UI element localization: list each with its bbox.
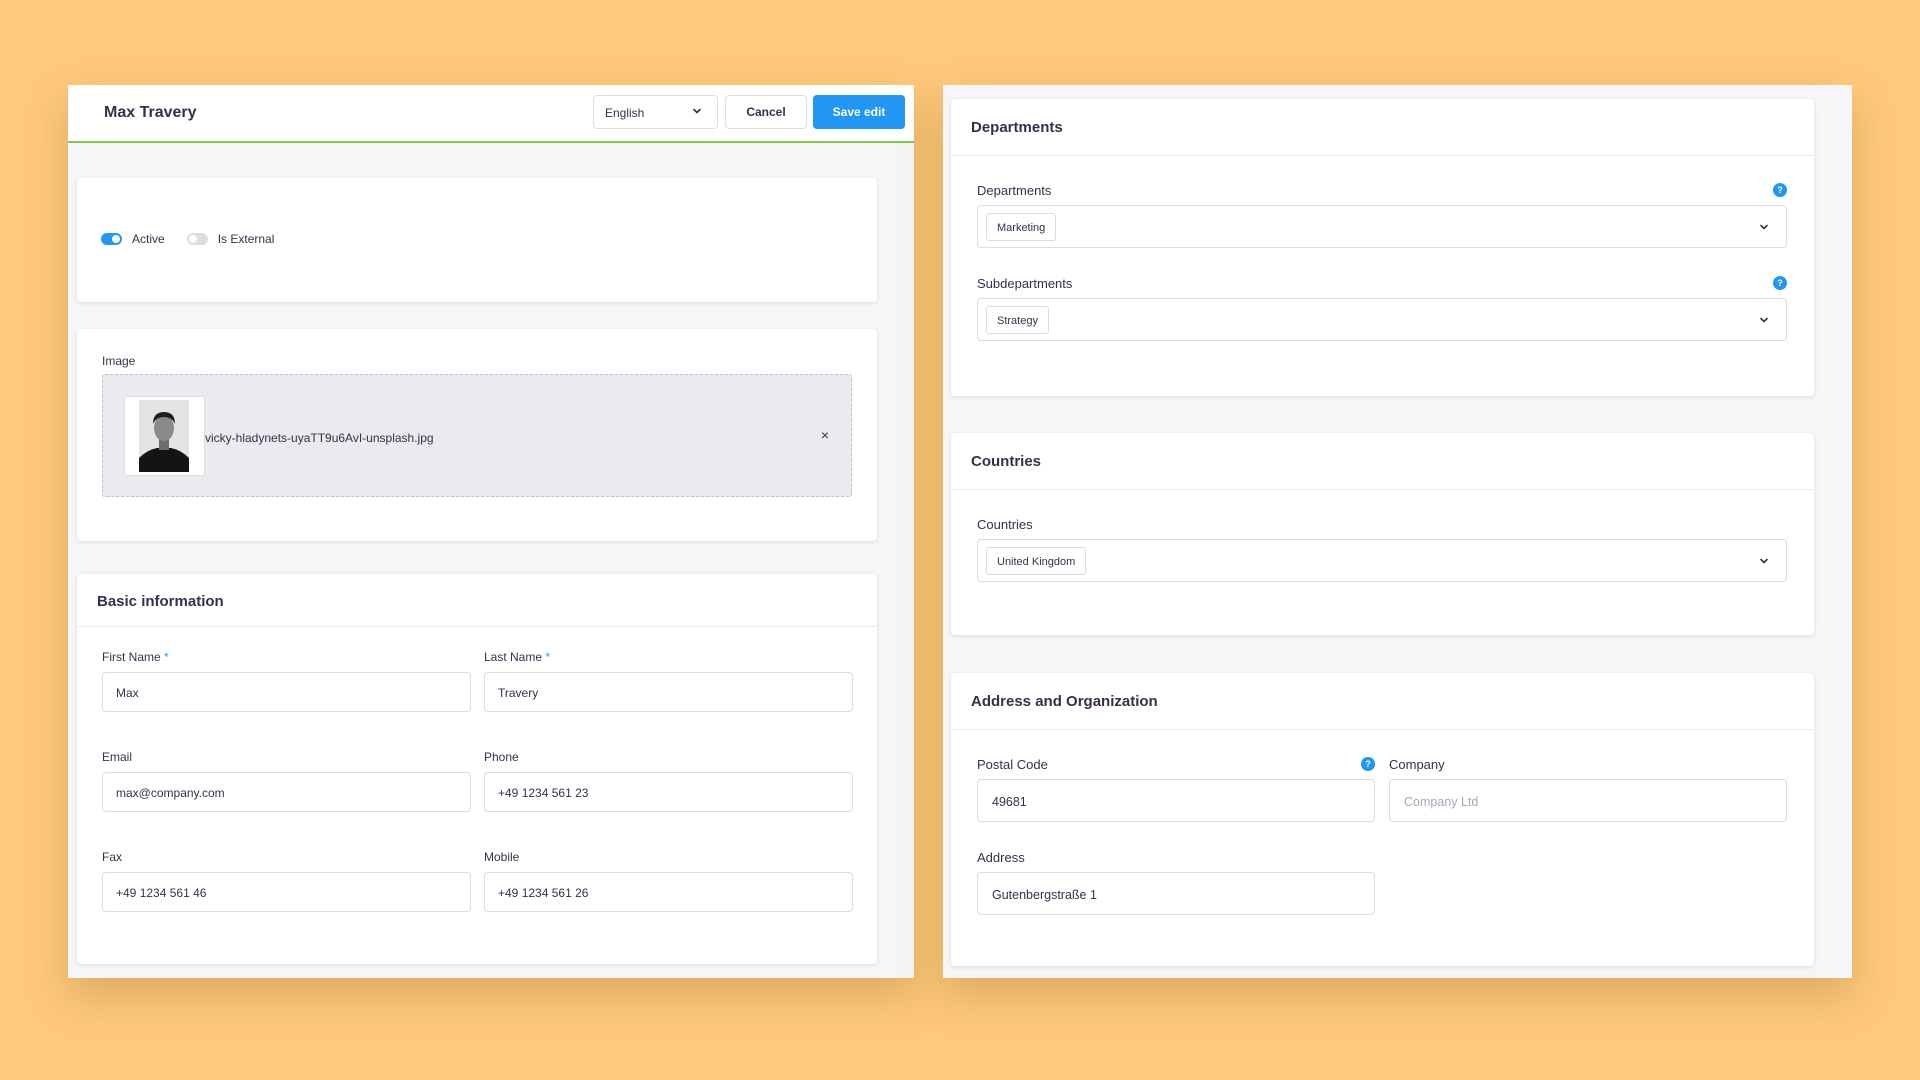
address-organization-card: Address and Organization Postal Code ? 4… <box>951 673 1814 966</box>
address-organization-title: Address and Organization <box>971 693 1158 710</box>
company-label: Company <box>1389 757 1445 772</box>
departments-label: Departments <box>977 183 1052 198</box>
email-field[interactable]: max@company.com <box>102 772 471 812</box>
image-thumbnail <box>124 396 205 476</box>
save-edit-button[interactable]: Save edit <box>813 95 905 129</box>
department-tag[interactable]: Marketing <box>986 213 1057 241</box>
fax-field[interactable]: +49 1234 561 46 <box>102 872 471 912</box>
help-icon[interactable]: ? <box>1773 183 1787 197</box>
first-name-label: First Name * <box>102 650 169 664</box>
last-name-field[interactable]: Travery <box>484 672 853 712</box>
chevron-down-icon <box>1760 558 1768 564</box>
chevron-down-icon <box>693 108 701 114</box>
language-select[interactable]: English <box>593 95 718 129</box>
last-name-label: Last Name * <box>484 650 551 664</box>
fax-label: Fax <box>102 850 123 864</box>
image-label: Image <box>102 354 136 368</box>
image-file-name: vicky-hladynets-uyaTT9u6AvI-unsplash.jpg <box>205 431 434 445</box>
departments-title: Departments <box>971 119 1063 136</box>
remove-image-icon[interactable]: × <box>821 427 829 443</box>
external-toggle-label: Is External <box>217 232 275 246</box>
basic-information-card: Basic information First Name * Max Last … <box>77 574 877 964</box>
language-select-value: English <box>605 106 645 120</box>
section-divider <box>77 626 877 627</box>
postal-code-label: Postal Code <box>977 757 1048 772</box>
address-field[interactable]: Gutenbergstraße 1 <box>977 872 1375 915</box>
help-icon[interactable]: ? <box>1361 757 1375 771</box>
chevron-down-icon <box>1760 224 1768 230</box>
phone-field[interactable]: +49 1234 561 23 <box>484 772 853 812</box>
subdepartments-select[interactable]: Strategy <box>977 298 1787 341</box>
external-toggle[interactable] <box>186 233 208 245</box>
image-dropzone[interactable]: vicky-hladynets-uyaTT9u6AvI-unsplash.jpg… <box>102 374 852 497</box>
chevron-down-icon <box>1760 317 1768 323</box>
departments-card: Departments Departments ? Marketing Subd… <box>951 99 1814 396</box>
mobile-field[interactable]: +49 1234 561 26 <box>484 872 853 912</box>
section-divider <box>951 729 1814 730</box>
departments-select[interactable]: Marketing <box>977 205 1787 248</box>
country-tag[interactable]: United Kingdom <box>986 547 1087 575</box>
countries-label: Countries <box>977 517 1033 532</box>
active-toggle-label: Active <box>132 232 165 246</box>
company-field[interactable]: Company Ltd <box>1389 779 1787 822</box>
countries-card: Countries Countries United Kingdom <box>951 433 1814 635</box>
edit-user-panel: Max Travery English Cancel Save edit Act… <box>68 85 914 978</box>
image-card: Image vicky-hladynets-uyaTT9u6AvI-unspla… <box>77 329 877 541</box>
basic-information-title: Basic information <box>97 593 224 610</box>
page-title: Max Travery <box>104 104 197 121</box>
section-divider <box>951 155 1814 156</box>
countries-select[interactable]: United Kingdom <box>977 539 1787 582</box>
active-toggle[interactable] <box>101 233 122 245</box>
postal-code-field[interactable]: 49681 <box>977 779 1375 822</box>
help-icon[interactable]: ? <box>1773 276 1787 290</box>
cancel-button[interactable]: Cancel <box>725 95 807 129</box>
section-divider <box>951 489 1814 490</box>
mobile-label: Mobile <box>484 850 520 864</box>
status-card: Active Is External <box>77 178 877 302</box>
organization-panel: Departments Departments ? Marketing Subd… <box>943 85 1852 978</box>
address-label: Address <box>977 850 1025 865</box>
countries-title: Countries <box>971 453 1042 470</box>
email-label: Email <box>102 750 133 764</box>
profile-photo <box>139 400 189 472</box>
subdepartment-tag[interactable]: Strategy <box>986 306 1049 334</box>
phone-label: Phone <box>484 750 519 764</box>
edit-header: Max Travery English Cancel Save edit <box>68 85 914 143</box>
subdepartments-label: Subdepartments <box>977 276 1073 291</box>
first-name-field[interactable]: Max <box>102 672 471 712</box>
